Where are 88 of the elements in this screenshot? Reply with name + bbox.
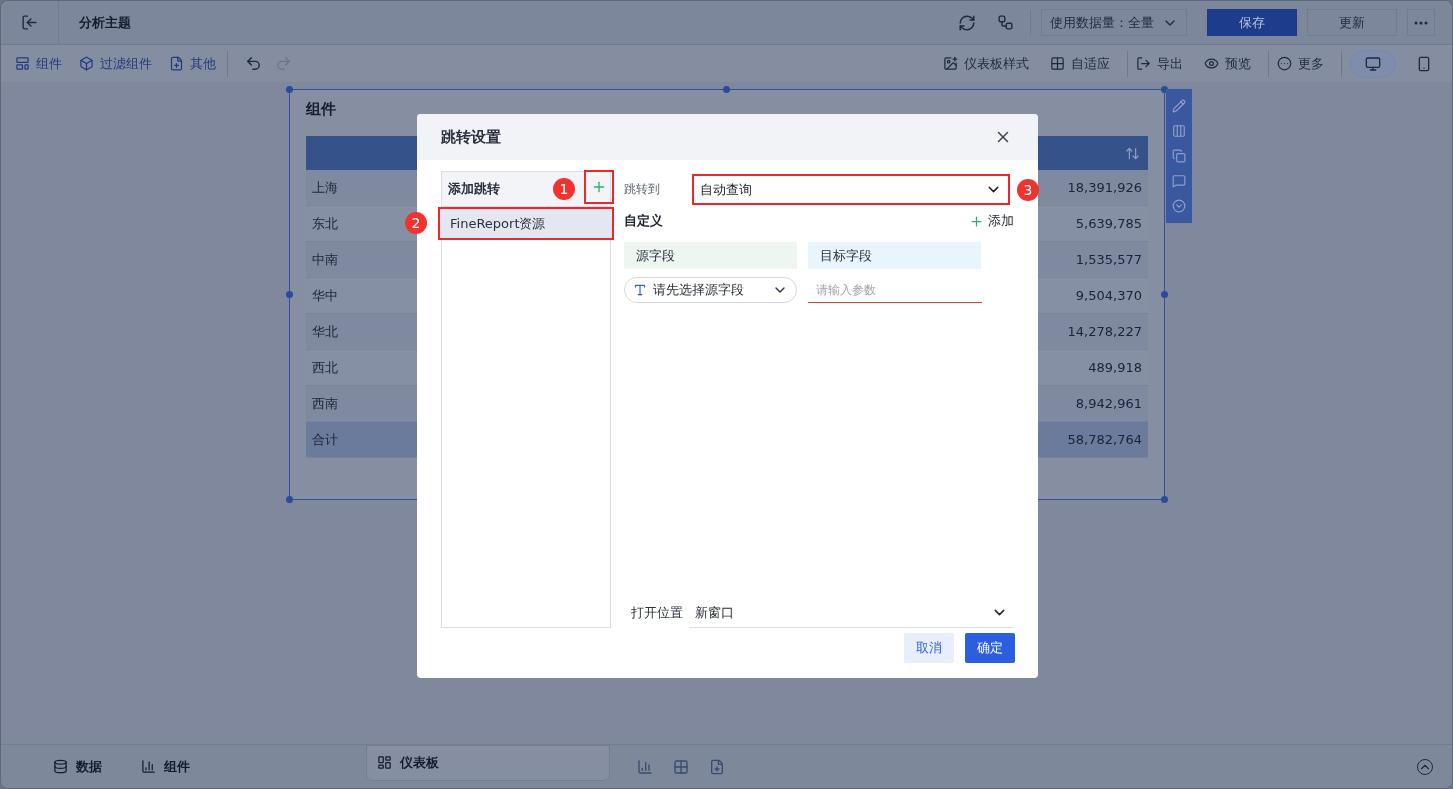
plus-icon xyxy=(969,213,984,229)
table-cell: 14,278,227 xyxy=(1067,324,1142,339)
sort-icon[interactable] xyxy=(1125,145,1140,161)
resize-handle[interactable] xyxy=(1161,291,1168,298)
refresh-icon xyxy=(958,13,976,32)
jump-list-item[interactable]: FineReport资源 xyxy=(438,207,614,240)
resize-handle[interactable] xyxy=(286,496,293,503)
desktop-view-button[interactable] xyxy=(1350,49,1396,78)
list-title: 添加跳转 xyxy=(448,180,500,198)
toolbar-button[interactable]: 导出 xyxy=(1136,54,1192,73)
text-type-icon xyxy=(633,283,647,297)
table-cell: 1,535,577 xyxy=(1075,252,1142,267)
pencil-icon[interactable] xyxy=(1172,98,1186,113)
dashboard-icon xyxy=(377,755,392,770)
toolbar-button[interactable]: 组件 xyxy=(15,54,71,73)
table-cell: 中南 xyxy=(312,250,338,269)
toolbar-button[interactable]: 自适应 xyxy=(1050,54,1119,73)
data-amount-select[interactable]: 使用数据量：全量 xyxy=(1041,9,1187,36)
section-label: 自定义 xyxy=(624,212,663,230)
toolbar-button[interactable]: 更多 xyxy=(1277,54,1333,73)
field-label: 打开位置 xyxy=(631,604,683,622)
layout-plus-icon xyxy=(15,56,30,71)
callout-badge: 1 xyxy=(553,178,575,200)
flow-icon xyxy=(996,14,1014,31)
jump-target-select[interactable]: 自动查询 xyxy=(692,174,1010,205)
bottom-tab[interactable]: 组件 xyxy=(131,748,211,785)
grid-plus-icon xyxy=(673,758,689,775)
table-cell: 华北 xyxy=(312,322,338,341)
undo-icon xyxy=(244,55,262,72)
column-header: 源字段 xyxy=(624,242,797,269)
eye-icon xyxy=(1204,56,1219,71)
toolbar-button[interactable]: 过滤组件 xyxy=(79,54,161,73)
save-button[interactable]: 保存 xyxy=(1207,9,1297,36)
callout-badge: 3 xyxy=(1017,179,1039,201)
source-field-select[interactable]: 请先选择源字段 xyxy=(624,277,797,303)
column-header: 目标字段 xyxy=(808,242,981,269)
field-label: 跳转到 xyxy=(624,181,661,198)
more-icon xyxy=(1414,20,1428,25)
toolbar-button[interactable]: 仪表板样式 xyxy=(943,54,1038,73)
phone-icon xyxy=(1416,55,1432,72)
table-cell: 18,391,926 xyxy=(1067,180,1142,195)
page-title: 分析主题 xyxy=(79,13,132,32)
table-cell: 489,918 xyxy=(1088,360,1142,375)
add-mapping-button[interactable]: 添加 xyxy=(969,212,1014,230)
table-cell: 合计 xyxy=(312,430,338,449)
document-plus-icon xyxy=(709,758,725,775)
chevron-circle-icon[interactable] xyxy=(1172,199,1186,214)
database-icon xyxy=(53,759,68,774)
redo-icon xyxy=(274,55,292,72)
cube-icon xyxy=(79,56,94,71)
table-cell: 东北 xyxy=(312,214,338,233)
more-icon xyxy=(1277,56,1292,71)
table-cell: 58,782,764 xyxy=(1067,432,1142,447)
resize-handle[interactable] xyxy=(286,291,293,298)
comment-icon[interactable] xyxy=(1172,174,1186,189)
export-icon xyxy=(1136,56,1151,71)
resize-handle[interactable] xyxy=(723,86,730,93)
bottom-tab[interactable]: 数据 xyxy=(43,748,123,785)
table-cell: 西北 xyxy=(312,358,338,377)
exit-icon xyxy=(21,14,38,31)
document-plus-icon xyxy=(169,56,184,71)
table-cell: 8,942,961 xyxy=(1075,396,1142,411)
cancel-button[interactable]: 取消 xyxy=(904,633,954,663)
resize-handle[interactable] xyxy=(286,86,293,93)
confirm-button[interactable]: 确定 xyxy=(965,633,1015,663)
table-cell: 9,504,370 xyxy=(1075,288,1142,303)
chart-plus-icon xyxy=(637,758,653,775)
plus-icon xyxy=(591,179,607,195)
toolbar-button[interactable]: 其他 xyxy=(169,54,225,73)
callout-badge: 2 xyxy=(405,212,427,234)
grid-icon xyxy=(1050,56,1065,71)
add-jump-button[interactable] xyxy=(584,170,614,204)
bar-chart-icon xyxy=(141,759,156,774)
table-cell: 上海 xyxy=(312,178,338,197)
update-button[interactable]: 更新 xyxy=(1307,9,1397,36)
table-cell: 5,639,785 xyxy=(1075,216,1142,231)
table-cell: 华中 xyxy=(312,286,338,305)
monitor-icon xyxy=(1365,55,1381,72)
copy-icon[interactable] xyxy=(1172,148,1186,163)
dialog-title: 跳转设置 xyxy=(441,127,501,147)
bottom-tab[interactable]: 仪表板 xyxy=(366,744,610,781)
picture-icon xyxy=(943,56,958,71)
resize-handle[interactable] xyxy=(1161,496,1168,503)
columns-icon[interactable] xyxy=(1172,123,1186,138)
widget-title: 组件 xyxy=(306,100,337,120)
more-button[interactable] xyxy=(1407,9,1435,36)
toolbar-button[interactable]: 预览 xyxy=(1204,54,1260,73)
table-cell: 西南 xyxy=(312,394,338,413)
